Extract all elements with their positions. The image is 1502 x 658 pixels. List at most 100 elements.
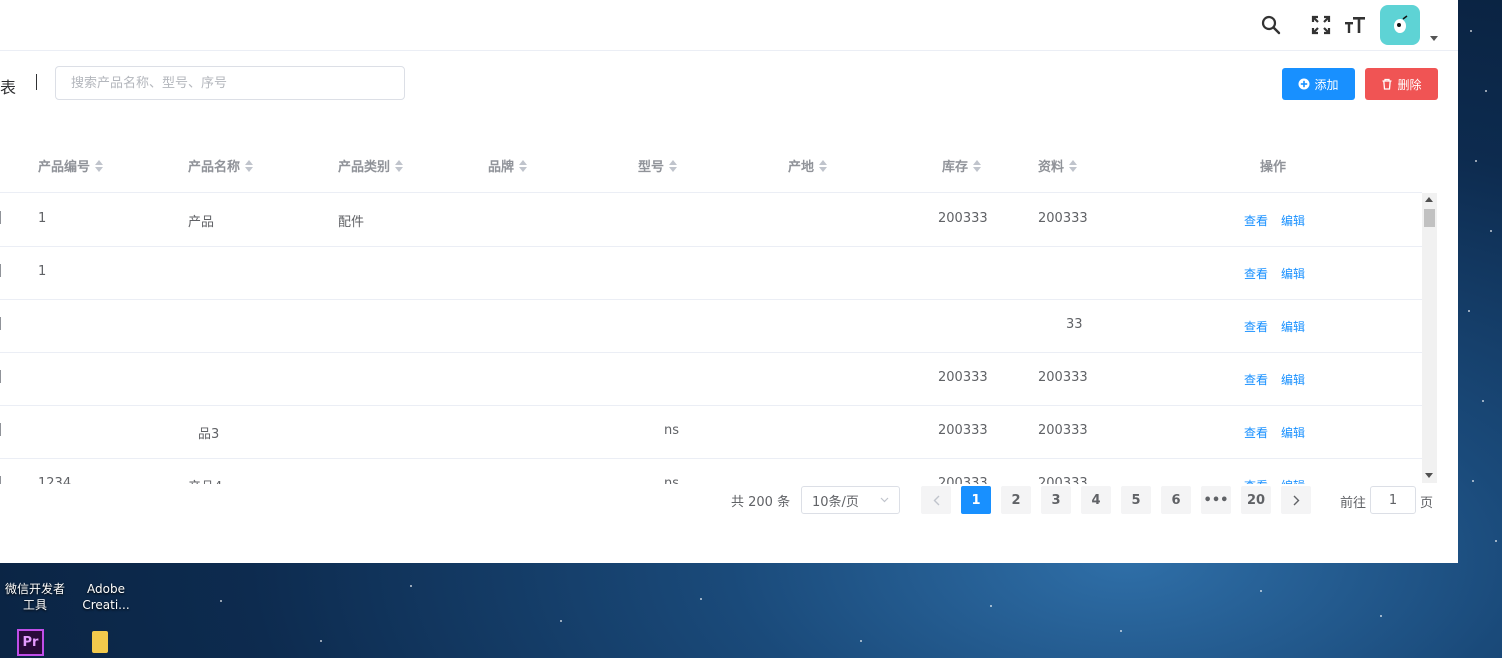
page-button[interactable]: 3 [1041, 486, 1071, 514]
row-checkbox-edge [0, 476, 1, 484]
cell-info: 33 [1066, 317, 1083, 332]
search-icon[interactable] [1260, 14, 1282, 36]
cell-info: 200333 [1038, 476, 1088, 484]
edit-link[interactable]: 编辑 [1281, 212, 1305, 229]
table-body: 1 产品 配件 200333 200333 查看 编辑 1 查看 编辑 33 查… [0, 192, 1422, 484]
cell-stock: 200333 [938, 211, 988, 226]
add-button-label: 添加 [1314, 77, 1339, 92]
premiere-icon[interactable]: Pr [17, 629, 44, 656]
prev-page-button[interactable] [921, 486, 951, 514]
view-link[interactable]: 查看 [1244, 212, 1268, 229]
page-button[interactable]: 4 [1081, 486, 1111, 514]
table-row[interactable]: 1234 产品4 ns 200333 200333 查看 编辑 [0, 458, 1422, 484]
column-header-actions: 操作 [1260, 160, 1287, 175]
table-header: 产品编号 产品名称 产品类别 品牌 型号 产地 库存 资料 操作 [0, 136, 1420, 192]
view-link[interactable]: 查看 [1244, 371, 1268, 388]
trash-icon [1382, 78, 1392, 90]
page-button[interactable]: 6 [1161, 486, 1191, 514]
cell-id: 1 [38, 211, 47, 226]
chevron-down-icon [880, 497, 889, 503]
column-header-id[interactable]: 产品编号 [38, 156, 104, 175]
page-size-select[interactable]: 10条/页 [801, 486, 900, 514]
column-header-model[interactable]: 型号 [638, 156, 678, 175]
delete-button[interactable]: 删除 [1365, 68, 1438, 100]
scrollbar-thumb[interactable] [1424, 209, 1435, 227]
sort-icon[interactable] [245, 159, 254, 172]
desktop-icon-adobe[interactable]: Adobe Creati... [76, 581, 136, 613]
desktop-icon-label: Adobe Creati... [82, 582, 130, 612]
avatar[interactable] [1380, 5, 1420, 45]
next-page-button[interactable] [1281, 486, 1311, 514]
scroll-up-arrow-icon[interactable] [1425, 197, 1433, 202]
chevron-left-icon [933, 495, 939, 505]
app-window: 表 添加 删除 产品编号 产品名称 产品类别 品牌 型号 产地 库存 资料 操作… [0, 0, 1458, 563]
chevron-down-icon[interactable] [1430, 30, 1438, 45]
cell-info: 200333 [1038, 211, 1088, 226]
table-row[interactable]: 品3 ns 200333 200333 查看 编辑 [0, 405, 1422, 459]
table-row[interactable]: 200333 200333 查看 编辑 [0, 352, 1422, 406]
goto-page-input[interactable] [1370, 486, 1416, 514]
edit-link[interactable]: 编辑 [1281, 371, 1305, 388]
add-button[interactable]: 添加 [1282, 68, 1355, 100]
view-link[interactable]: 查看 [1244, 477, 1268, 484]
row-checkbox-edge [0, 370, 1, 383]
edit-link[interactable]: 编辑 [1281, 265, 1305, 282]
page-button[interactable]: 5 [1121, 486, 1151, 514]
desktop-icon-wechat-devtools[interactable]: 微信开发者工具 [0, 581, 70, 613]
sort-icon[interactable] [395, 159, 404, 172]
column-header-stock[interactable]: 库存 [942, 156, 982, 175]
edit-link[interactable]: 编辑 [1281, 477, 1305, 484]
row-checkbox-edge [0, 211, 1, 224]
table-scrollbar[interactable] [1422, 193, 1437, 483]
fullscreen-icon[interactable] [1310, 14, 1332, 36]
view-link[interactable]: 查看 [1244, 424, 1268, 441]
cell-info: 200333 [1038, 423, 1088, 438]
row-checkbox-edge [0, 317, 1, 330]
cell-stock: 200333 [938, 476, 988, 484]
search-input[interactable] [55, 66, 405, 100]
sort-icon[interactable] [669, 159, 678, 172]
cell-id: 1234 [38, 476, 72, 484]
cell-category: 配件 [338, 215, 365, 230]
cell-name: 产品4 [188, 476, 222, 484]
cell-stock: 200333 [938, 370, 988, 385]
goto-label: 前往 [1340, 496, 1367, 511]
sort-icon[interactable] [519, 159, 528, 172]
cell-model: ns [664, 423, 680, 438]
view-link[interactable]: 查看 [1244, 265, 1268, 282]
chevron-right-icon [1293, 495, 1299, 505]
row-checkbox-edge [0, 264, 1, 277]
delete-button-label: 删除 [1397, 77, 1422, 92]
page-button[interactable]: 1 [961, 486, 991, 514]
edit-link[interactable]: 编辑 [1281, 424, 1305, 441]
cell-model: ns [664, 476, 680, 484]
table-row[interactable]: 33 查看 编辑 [0, 299, 1422, 353]
page-button[interactable]: 2 [1001, 486, 1031, 514]
sort-icon[interactable] [819, 159, 828, 172]
cell-id: 1 [38, 264, 47, 279]
table-row[interactable]: 1 产品 配件 200333 200333 查看 编辑 [0, 193, 1422, 247]
page-title-fragment: 表 [0, 78, 17, 97]
page-ellipsis[interactable]: ••• [1201, 486, 1231, 514]
column-header-name[interactable]: 产品名称 [188, 156, 254, 175]
edit-link[interactable]: 编辑 [1281, 318, 1305, 335]
column-header-info[interactable]: 资料 [1038, 156, 1078, 175]
sort-icon[interactable] [973, 159, 982, 172]
cell-stock: 200333 [938, 423, 988, 438]
column-header-brand[interactable]: 品牌 [488, 156, 528, 175]
table-row[interactable]: 1 查看 编辑 [0, 246, 1422, 300]
scroll-down-arrow-icon[interactable] [1425, 473, 1433, 478]
cell-info: 200333 [1038, 370, 1088, 385]
sort-icon[interactable] [1069, 159, 1078, 172]
font-size-icon[interactable] [1344, 14, 1366, 36]
title-divider [36, 74, 37, 90]
sort-icon[interactable] [95, 159, 104, 172]
column-header-origin[interactable]: 产地 [788, 156, 828, 175]
top-header [0, 0, 1458, 51]
cell-name: 品3 [198, 427, 220, 442]
cell-name: 产品 [188, 215, 215, 230]
column-header-category[interactable]: 产品类别 [338, 156, 404, 175]
folder-icon[interactable] [92, 631, 108, 653]
view-link[interactable]: 查看 [1244, 318, 1268, 335]
page-button[interactable]: 20 [1241, 486, 1271, 514]
